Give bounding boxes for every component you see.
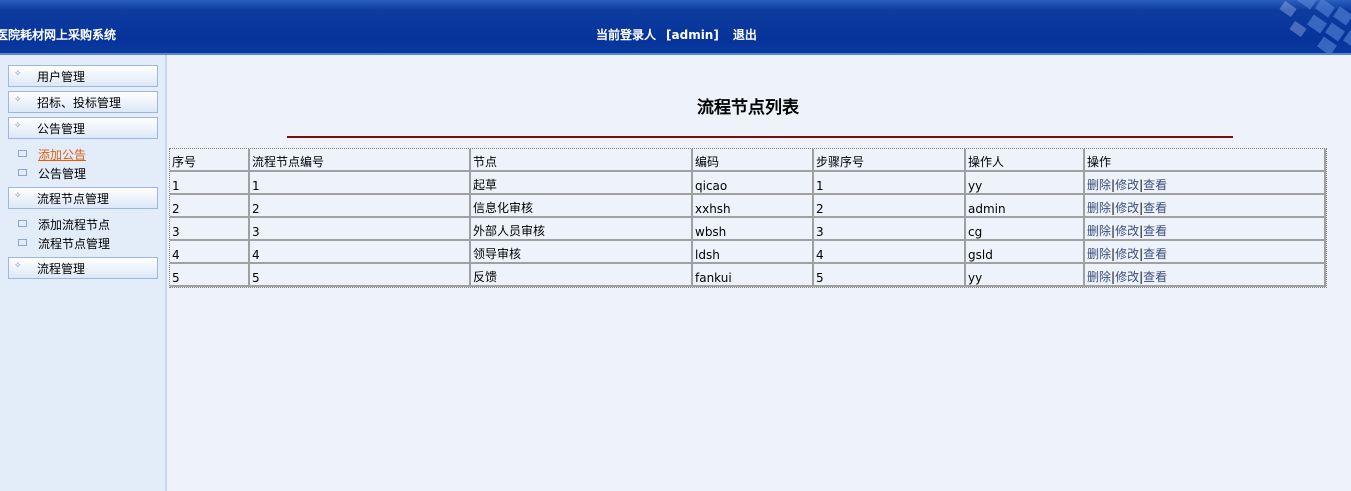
table-cell: 反馈 (471, 264, 693, 287)
edit-link[interactable]: 修改 (1115, 247, 1139, 261)
bullet-icon (18, 220, 27, 227)
view-link[interactable]: 查看 (1143, 201, 1167, 215)
page-title: 流程节点列表 (697, 98, 799, 118)
menu-process-management[interactable]: ✧ 流程管理 (8, 257, 158, 279)
view-link[interactable]: 查看 (1143, 224, 1167, 238)
table-cell: xxhsh (693, 195, 814, 218)
actions-cell: 删除|修改|查看 (1085, 195, 1326, 218)
sidebar-item-process-node-management[interactable]: 流程节点管理 (18, 235, 110, 252)
expand-icon: ✧ (14, 69, 22, 79)
col-header: 编码 (693, 149, 814, 172)
menu-user-management[interactable]: ✧ 用户管理 (8, 65, 158, 87)
table-cell: 4 (250, 241, 471, 264)
expand-icon: ✧ (14, 121, 22, 131)
title-divider (287, 136, 1233, 138)
menu-bidding-management[interactable]: ✧ 招标、投标管理 (8, 91, 158, 113)
process-node-table: 序号 流程节点编号 节点 编码 步骤序号 操作人 操作 1 1 起草 qicao 1 yy… (169, 148, 1327, 288)
system-title: 医院耗材网上采购系统 (0, 28, 117, 42)
username: [admin] (666, 28, 719, 42)
table-cell: 4 (814, 241, 966, 264)
view-link[interactable]: 查看 (1143, 270, 1167, 284)
top-banner: 医院耗材网上采购系统 当前登录人 [admin] 退出 (0, 0, 1351, 55)
table-cell: yy (966, 172, 1085, 195)
table-cell: yy (966, 264, 1085, 287)
table-row: 5 5 反馈 fankui 5 yy 删除|修改|查看 (170, 264, 1326, 287)
table-cell: wbsh (693, 218, 814, 241)
table-cell: 3 (250, 218, 471, 241)
user-info: 当前登录人 [admin] 退出 (596, 26, 757, 43)
actions-cell: 删除|修改|查看 (1085, 264, 1326, 287)
table-cell: 2 (814, 195, 966, 218)
table-cell: admin (966, 195, 1085, 218)
menu-label: 用户管理 (37, 70, 86, 84)
col-header: 节点 (471, 149, 693, 172)
main-content: 流程节点列表 序号 流程节点编号 节点 编码 步骤序号 操作人 操作 1 1 起草 q… (167, 55, 1351, 491)
table-row: 1 1 起草 qicao 1 yy 删除|修改|查看 (170, 172, 1326, 195)
logout-link[interactable]: 退出 (733, 28, 757, 42)
table-cell: 2 (170, 195, 250, 218)
sidebar-item-add-announcement[interactable]: 添加公告 (18, 146, 86, 163)
table-cell: 5 (170, 264, 250, 287)
delete-link[interactable]: 删除 (1087, 224, 1111, 238)
expand-icon: ✧ (14, 95, 22, 105)
delete-link[interactable]: 删除 (1087, 270, 1111, 284)
table-cell: 3 (170, 218, 250, 241)
table-cell: 2 (250, 195, 471, 218)
menu-label: 流程管理 (37, 262, 86, 276)
expand-icon: ✧ (14, 191, 22, 201)
table-cell: 领导审核 (471, 241, 693, 264)
actions-cell: 删除|修改|查看 (1085, 172, 1326, 195)
col-header: 操作 (1085, 149, 1326, 172)
table-row: 4 4 领导审核 ldsh 4 gsld 删除|修改|查看 (170, 241, 1326, 264)
bullet-icon (18, 239, 27, 246)
table-cell: 信息化审核 (471, 195, 693, 218)
current-user-label: 当前登录人 (596, 28, 657, 42)
sidebar-item-announcement-management[interactable]: 公告管理 (18, 165, 86, 182)
sidebar: ✧ 用户管理 ✧ 招标、投标管理 ✧ 公告管理 添加公告 公告管理 ✧ 流程节点… (0, 55, 167, 491)
table-cell: 5 (250, 264, 471, 287)
menu-process-node-management[interactable]: ✧ 流程节点管理 (8, 187, 158, 209)
delete-link[interactable]: 删除 (1087, 247, 1111, 261)
delete-link[interactable]: 删除 (1087, 201, 1111, 215)
delete-link[interactable]: 删除 (1087, 178, 1111, 192)
table-cell: 5 (814, 264, 966, 287)
edit-link[interactable]: 修改 (1115, 224, 1139, 238)
edit-link[interactable]: 修改 (1115, 178, 1139, 192)
menu-label: 招标、投标管理 (37, 96, 122, 110)
bullet-icon (18, 150, 27, 157)
actions-cell: 删除|修改|查看 (1085, 218, 1326, 241)
edit-link[interactable]: 修改 (1115, 201, 1139, 215)
expand-icon: ✧ (14, 261, 22, 271)
view-link[interactable]: 查看 (1143, 247, 1167, 261)
col-header: 操作人 (966, 149, 1085, 172)
table-cell: gsld (966, 241, 1085, 264)
table-cell: fankui (693, 264, 814, 287)
table-row: 3 3 外部人员审核 wbsh 3 cg 删除|修改|查看 (170, 218, 1326, 241)
actions-cell: 删除|修改|查看 (1085, 241, 1326, 264)
menu-announcement-management[interactable]: ✧ 公告管理 (8, 117, 158, 139)
table-cell: 1 (814, 172, 966, 195)
menu-label: 流程节点管理 (37, 192, 110, 206)
table-cell: 1 (250, 172, 471, 195)
table-header-row: 序号 流程节点编号 节点 编码 步骤序号 操作人 操作 (170, 149, 1326, 172)
col-header: 步骤序号 (814, 149, 966, 172)
table-cell: 起草 (471, 172, 693, 195)
table-cell: qicao (693, 172, 814, 195)
view-link[interactable]: 查看 (1143, 178, 1167, 192)
col-header: 流程节点编号 (250, 149, 471, 172)
table-cell: cg (966, 218, 1085, 241)
table-cell: 3 (814, 218, 966, 241)
table-cell: 4 (170, 241, 250, 264)
bullet-icon (18, 169, 27, 176)
col-header: 序号 (170, 149, 250, 172)
table-cell: 1 (170, 172, 250, 195)
table-row: 2 2 信息化审核 xxhsh 2 admin 删除|修改|查看 (170, 195, 1326, 218)
table-cell: 外部人员审核 (471, 218, 693, 241)
edit-link[interactable]: 修改 (1115, 270, 1139, 284)
header-decoration (1261, 0, 1351, 53)
menu-label: 公告管理 (37, 122, 86, 136)
sidebar-item-add-process-node[interactable]: 添加流程节点 (18, 216, 110, 233)
table-cell: ldsh (693, 241, 814, 264)
